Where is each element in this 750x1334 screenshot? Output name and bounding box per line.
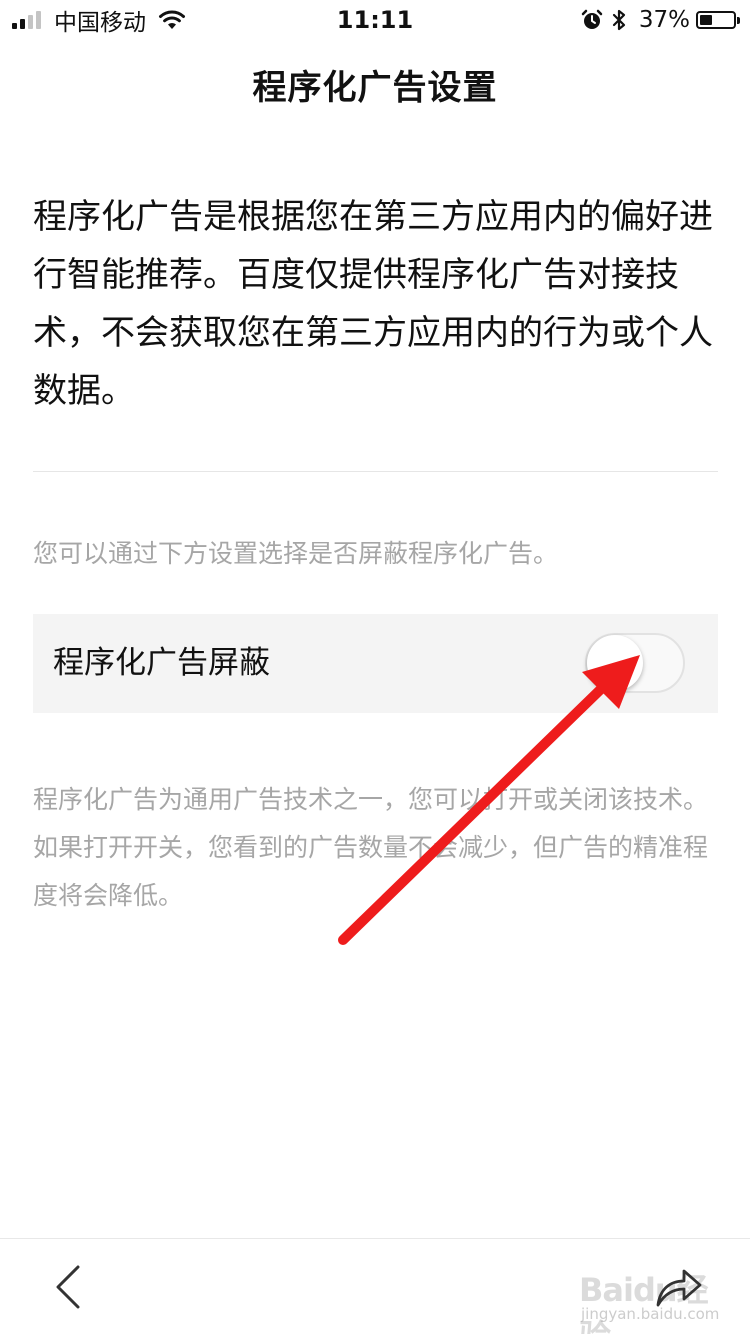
hint-text: 您可以通过下方设置选择是否屏蔽程序化广告。 — [33, 539, 559, 568]
battery-tip — [737, 17, 740, 24]
bluetooth-icon — [612, 9, 625, 31]
battery-percent: 37% — [638, 7, 690, 33]
description-text: 程序化广告为通用广告技术之一，您可以打开或关闭该技术。如果打开开关，您看到的广告… — [33, 785, 709, 910]
screen: 中国移动 11:11 37% 程序化广告设置 程序化广告是根据您在第三方应用内的… — [0, 0, 750, 1334]
bottom-toolbar: Baidu经验 jingyan.baidu.com — [0, 1238, 750, 1334]
battery-icon — [696, 11, 740, 29]
toggle-knob — [587, 635, 643, 691]
setting-label: 程序化广告屏蔽 — [53, 645, 270, 681]
back-chevron-icon[interactable] — [44, 1261, 92, 1313]
status-bar: 中国移动 11:11 37% — [0, 0, 750, 40]
intro-text: 程序化广告是根据您在第三方应用内的偏好进行智能推荐。百度仅提供程序化广告对接技术… — [33, 197, 713, 411]
page-title: 程序化广告设置 — [252, 68, 498, 108]
alarm-icon — [581, 9, 603, 29]
share-icon[interactable] — [652, 1265, 704, 1309]
battery-fill — [700, 15, 712, 25]
setting-row-ad-block[interactable]: 程序化广告屏蔽 — [33, 614, 718, 713]
section-divider — [33, 471, 718, 472]
status-right: 37% — [581, 0, 740, 40]
ad-block-toggle[interactable] — [585, 633, 685, 693]
